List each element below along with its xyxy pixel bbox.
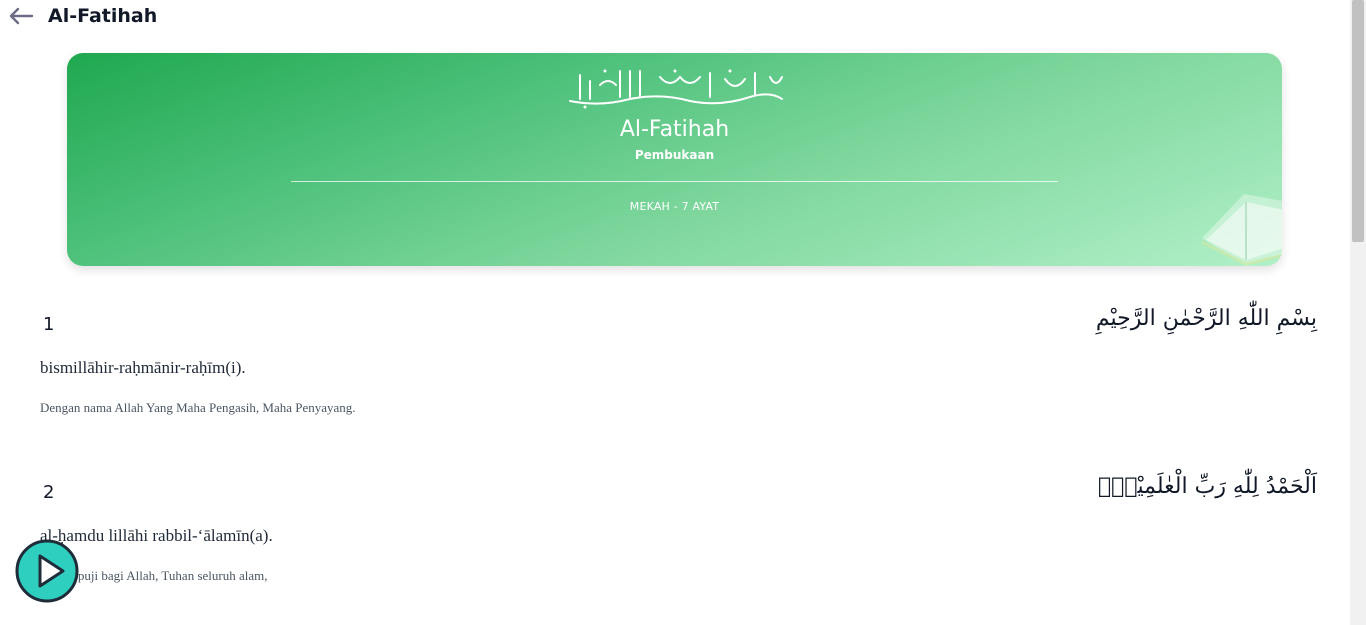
verse-item: 1 بِسْمِ اللّٰهِ الرَّحْمٰنِ الرَّحِيْمِ… (0, 290, 1350, 440)
bismillah-calligraphy (568, 69, 783, 109)
back-button[interactable] (6, 4, 36, 28)
verse-number: 1 (43, 314, 55, 335)
verse-translation: Dengan nama Allah Yang Maha Pengasih, Ma… (40, 400, 356, 415)
verse-item: 2 اَلْحَمْدُ لِلّٰهِ رَبِّ الْعٰلَمِيْنَ… (0, 458, 1350, 608)
page-title: Al-Fatihah (48, 5, 158, 27)
verse-transliteration: bismillāhir-raḥmānir-raḥīm(i). (40, 358, 246, 377)
verse-number: 2 (43, 482, 55, 503)
surah-header-card: Al-Fatihah Pembukaan MEKAH - 7 AYAT (67, 53, 1282, 266)
audio-play-button[interactable] (15, 539, 81, 603)
scrollbar-thumb[interactable] (1352, 0, 1364, 242)
surah-name: Al-Fatihah (619, 117, 730, 142)
top-bar: Al-Fatihah (0, 0, 1350, 32)
surah-meaning: Pembukaan (634, 148, 715, 162)
scrollbar[interactable] (1350, 0, 1366, 625)
quran-book-icon (1201, 194, 1282, 266)
verse-arabic: بِسْمِ اللّٰهِ الرَّحْمٰنِ الرَّحِيْمِ (1095, 306, 1317, 331)
verse-arabic: اَلْحَمْدُ لِلّٰهِ رَبِّ الْعٰلَمِيْنَۙ (1097, 474, 1317, 499)
play-icon (15, 539, 79, 603)
arrow-left-icon (9, 7, 34, 25)
divider (291, 181, 1058, 182)
surah-meta: MEKAH - 7 AYAT (629, 200, 720, 213)
